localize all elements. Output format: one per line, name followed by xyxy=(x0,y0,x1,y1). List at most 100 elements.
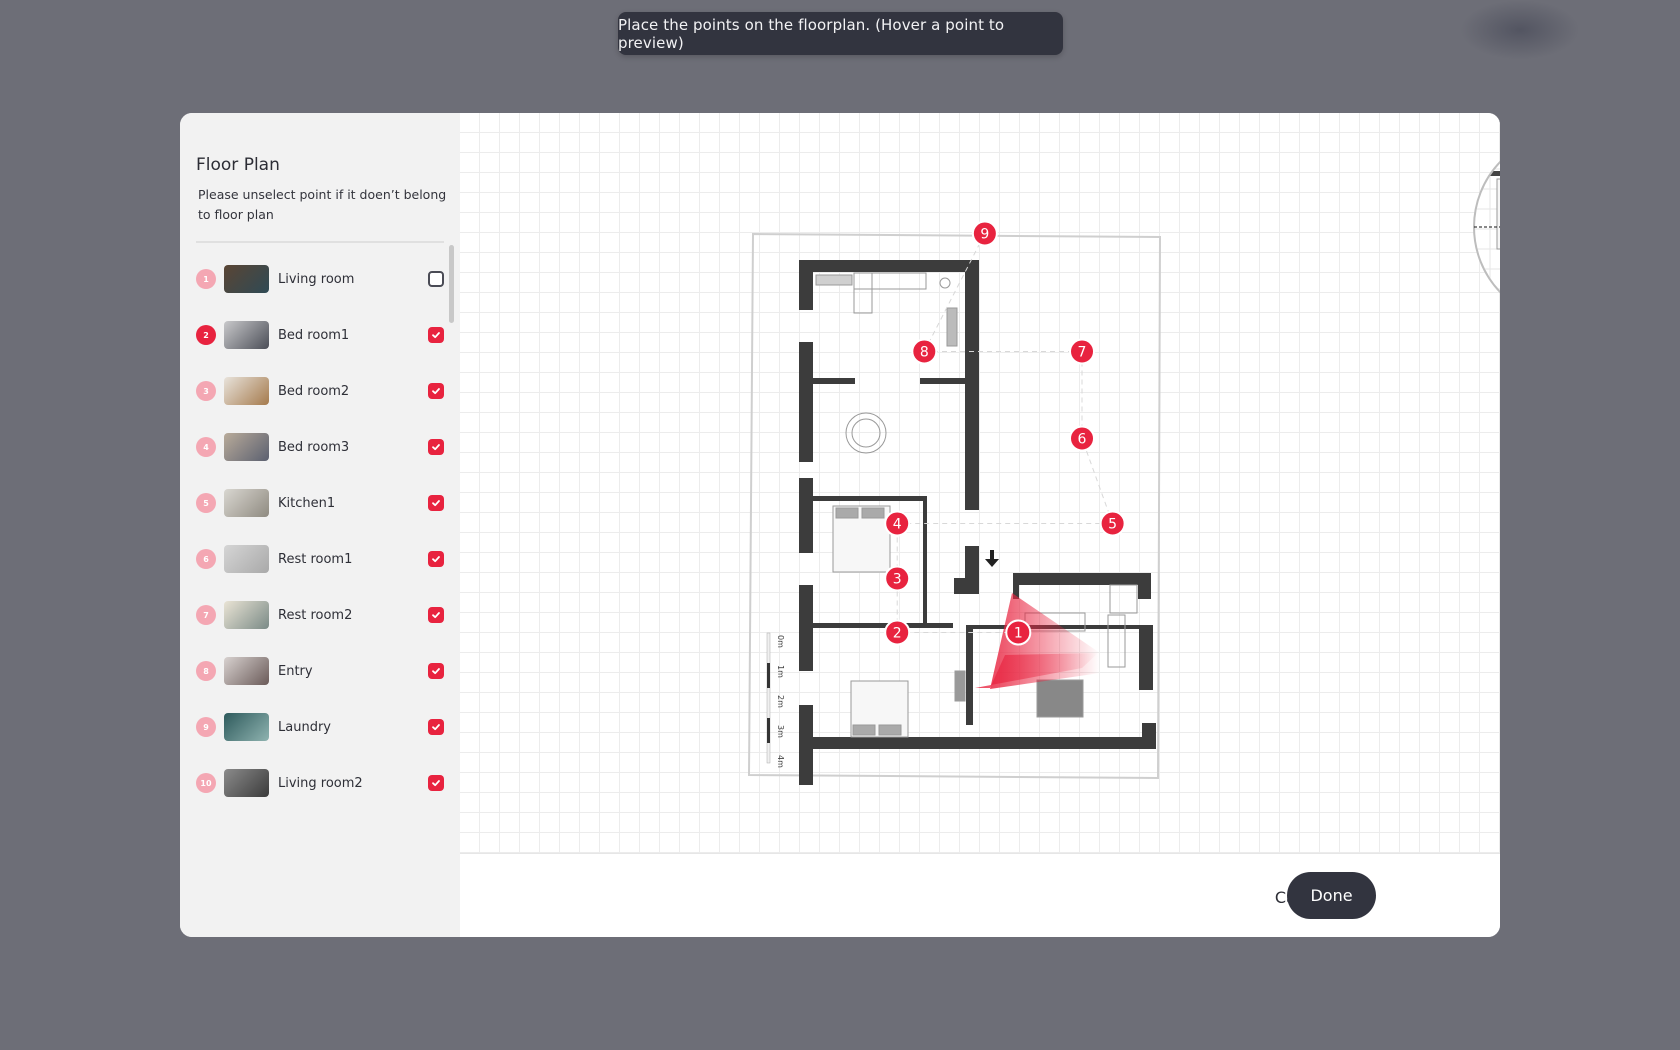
checkmark-icon xyxy=(432,500,440,507)
background-blur xyxy=(1460,0,1580,60)
include-checkbox[interactable] xyxy=(428,439,444,455)
sidebar: Floor Plan Please unselect point if it d… xyxy=(180,113,460,937)
checkmark-icon xyxy=(432,780,440,787)
point-list-item[interactable]: 1 Living room xyxy=(196,251,446,307)
magnifier-preview xyxy=(1473,133,1500,321)
checkmark-icon xyxy=(432,724,440,731)
include-checkbox[interactable] xyxy=(428,327,444,343)
point-number-badge: 2 xyxy=(196,325,216,345)
sidebar-title: Floor Plan xyxy=(196,155,280,175)
point-link-line xyxy=(1081,438,1114,524)
room-label: Rest room2 xyxy=(278,607,353,623)
room-label: Laundry xyxy=(278,719,331,735)
floorplan-point-marker[interactable]: 8 xyxy=(911,338,938,365)
point-marker-label: 7 xyxy=(1078,345,1087,361)
point-marker-label: 9 xyxy=(980,227,989,243)
include-checkbox[interactable] xyxy=(428,775,444,791)
point-number-badge: 9 xyxy=(196,717,216,737)
point-list-item[interactable]: 4 Bed room3 xyxy=(196,419,446,475)
room-label: Kitchen1 xyxy=(278,495,336,511)
include-checkbox[interactable] xyxy=(428,495,444,511)
point-list-item[interactable]: 6 Rest room1 xyxy=(196,531,446,587)
point-number-badge: 3 xyxy=(196,381,216,401)
instruction-tooltip: Place the points on the floorplan. (Hove… xyxy=(618,12,1063,55)
point-marker-label: 6 xyxy=(1078,432,1087,448)
sidebar-description: Please unselect point if it doen’t belon… xyxy=(198,187,447,222)
room-label: Rest room1 xyxy=(278,551,353,567)
room-thumbnail xyxy=(224,321,269,349)
point-marker-label: 4 xyxy=(893,517,902,533)
checkmark-icon xyxy=(432,556,440,563)
divider xyxy=(196,241,444,243)
point-list: 1 Living room 2 Bed room1 3 Bed room2 4 Bed roo… xyxy=(196,251,446,811)
floorplan-point-marker[interactable]: 7 xyxy=(1069,338,1096,365)
floorplan-point-marker[interactable]: 9 xyxy=(971,220,998,247)
room-thumbnail xyxy=(224,769,269,797)
floorplan-point-marker[interactable]: 3 xyxy=(884,565,911,592)
room-label: Bed room3 xyxy=(278,439,350,455)
room-label: Bed room2 xyxy=(278,383,350,399)
scale-label: 3m xyxy=(776,725,785,738)
include-checkbox[interactable] xyxy=(428,551,444,567)
entry-arrow-icon xyxy=(985,550,999,567)
point-list-item[interactable]: 9 Laundry xyxy=(196,699,446,755)
point-list-item[interactable]: 3 Bed room2 xyxy=(196,363,446,419)
point-number-badge: 1 xyxy=(196,269,216,289)
list-scrollbar[interactable] xyxy=(449,245,454,323)
point-marker-label: 1 xyxy=(1014,626,1023,642)
point-list-item[interactable]: 7 Rest room2 xyxy=(196,587,446,643)
room-label: Living room xyxy=(278,271,355,287)
scale-labels: 0m 1m 2m 3m 4m xyxy=(776,635,785,768)
include-checkbox[interactable] xyxy=(428,663,444,679)
point-number-badge: 5 xyxy=(196,493,216,513)
room-label: Living room2 xyxy=(278,775,363,791)
include-checkbox[interactable] xyxy=(428,383,444,399)
room-thumbnail xyxy=(224,265,269,293)
floorplan-svg: 0m 1m 2m 3m 4m 1 2 3 4 5 6 7 8 9 xyxy=(747,220,1162,785)
checkmark-icon xyxy=(432,388,440,395)
checkmark-icon xyxy=(432,668,440,675)
floorplan-point-marker[interactable]: 1 xyxy=(1005,619,1032,646)
room-thumbnail xyxy=(224,657,269,685)
point-number-badge: 10 xyxy=(196,773,216,793)
floorplan-modal: Floor Plan Please unselect point if it d… xyxy=(180,113,1500,937)
include-checkbox[interactable] xyxy=(428,607,444,623)
camera-fov-cone-main xyxy=(990,593,1100,689)
modal-footer: Cancel Done xyxy=(460,853,1500,937)
point-number-badge: 6 xyxy=(196,549,216,569)
room-thumbnail xyxy=(224,377,269,405)
point-marker-label: 8 xyxy=(920,345,929,361)
point-marker-label: 2 xyxy=(893,626,902,642)
include-checkbox[interactable] xyxy=(428,271,444,287)
point-number-badge: 4 xyxy=(196,437,216,457)
room-thumbnail xyxy=(224,433,269,461)
scale-label: 1m xyxy=(776,665,785,678)
point-list-item[interactable]: 10 Living room2 xyxy=(196,755,446,811)
floorplan-point-marker[interactable]: 5 xyxy=(1099,510,1126,537)
room-thumbnail xyxy=(224,601,269,629)
point-number-badge: 7 xyxy=(196,605,216,625)
scale-label: 2m xyxy=(776,695,785,708)
checkmark-icon xyxy=(432,612,440,619)
point-list-item[interactable]: 8 Entry xyxy=(196,643,446,699)
room-thumbnail xyxy=(224,489,269,517)
checkmark-icon xyxy=(432,332,440,339)
room-thumbnail xyxy=(224,713,269,741)
room-label: Bed room1 xyxy=(278,327,350,343)
point-list-item[interactable]: 2 Bed room1 xyxy=(196,307,446,363)
floorplan-canvas[interactable]: 0m 1m 2m 3m 4m 1 2 3 4 5 6 7 8 9 xyxy=(460,113,1500,853)
point-marker-label: 3 xyxy=(893,572,902,588)
done-button[interactable]: Done xyxy=(1287,872,1376,919)
include-checkbox[interactable] xyxy=(428,719,444,735)
room-label: Entry xyxy=(278,663,313,679)
floorplan-point-marker[interactable]: 6 xyxy=(1069,425,1096,452)
floorplan-point-marker[interactable]: 2 xyxy=(884,619,911,646)
room-thumbnail xyxy=(224,545,269,573)
tooltip-text: Place the points on the floorplan. (Hove… xyxy=(618,15,1005,52)
point-marker-label: 5 xyxy=(1108,517,1117,533)
scale-label: 0m xyxy=(776,635,785,648)
point-list-item[interactable]: 5 Kitchen1 xyxy=(196,475,446,531)
floorplan-point-marker[interactable]: 4 xyxy=(884,510,911,537)
point-number-badge: 8 xyxy=(196,661,216,681)
scale-bar xyxy=(766,632,771,764)
